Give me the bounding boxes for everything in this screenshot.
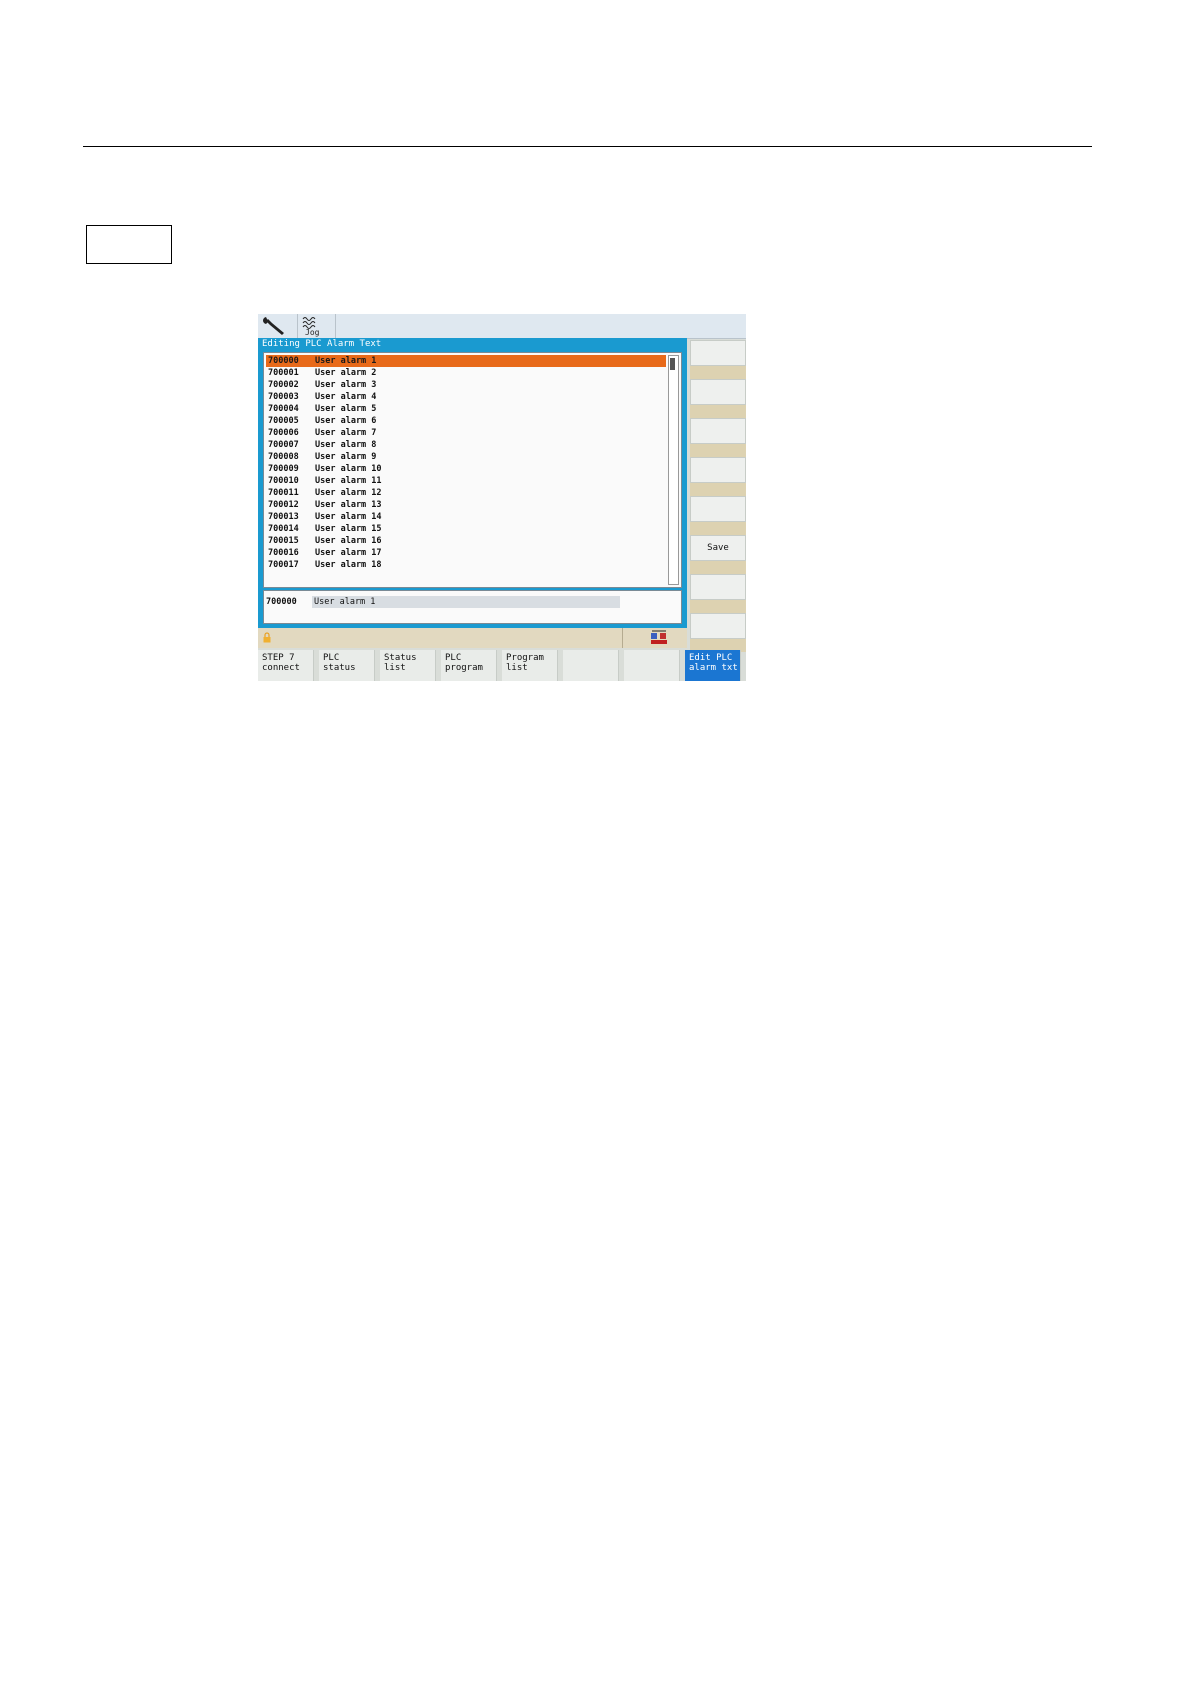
vertical-softkey-2[interactable]: [690, 379, 746, 405]
scroll-thumb[interactable]: [670, 358, 675, 370]
alarm-row[interactable]: 700013 User alarm 14: [266, 511, 666, 523]
alarm-text: User alarm 9: [315, 452, 377, 462]
alarm-row[interactable]: 700000 User alarm 1: [266, 355, 666, 367]
horizontal-softkey-5[interactable]: Program list: [502, 650, 558, 681]
alarm-text: User alarm 6: [315, 416, 377, 426]
lock-icon: [263, 632, 271, 643]
alarm-text-input[interactable]: [312, 596, 620, 608]
alarm-number: 700014: [268, 524, 299, 534]
alarm-row[interactable]: 700007 User alarm 8: [266, 439, 666, 451]
softkey-gap: [690, 444, 746, 457]
alarm-number: 700013: [268, 512, 299, 522]
horizontal-softkey-2[interactable]: PLC status: [319, 650, 375, 681]
alarm-row[interactable]: 700017 User alarm 18: [266, 559, 666, 571]
alarm-number: 700016: [268, 548, 299, 558]
horizontal-softkey-1[interactable]: STEP 7 connect: [258, 650, 314, 681]
alarm-number: 700006: [268, 428, 299, 438]
alarm-row[interactable]: 700004 User alarm 5: [266, 403, 666, 415]
alarm-text: User alarm 7: [315, 428, 377, 438]
alarm-text-panel: Editing PLC Alarm Text 700000 User alarm …: [258, 338, 687, 628]
alarm-row[interactable]: 700015 User alarm 16: [266, 535, 666, 547]
alarm-text: User alarm 2: [315, 368, 377, 378]
vertical-softkey-8[interactable]: [690, 613, 746, 639]
alarm-row[interactable]: 700011 User alarm 12: [266, 487, 666, 499]
horizontal-softkey-4[interactable]: PLC program: [441, 650, 497, 681]
status-bar: [258, 628, 687, 648]
jog-mode-indicator: Jog: [297, 314, 336, 338]
alarm-number: 700017: [268, 560, 299, 570]
wrench-icon[interactable]: [258, 314, 298, 338]
alarm-number: 700008: [268, 452, 299, 462]
vertical-softkey-1[interactable]: [690, 340, 746, 366]
alarm-number: 700015: [268, 536, 299, 546]
edit-alarm-number: 700000: [266, 597, 297, 607]
alarm-number: 700005: [268, 416, 299, 426]
softkey-gap: [690, 561, 746, 574]
alarm-text: User alarm 10: [315, 464, 382, 474]
mode-label: Jog: [305, 328, 320, 337]
alarm-row[interactable]: 700010 User alarm 11: [266, 475, 666, 487]
save-softkey[interactable]: Save: [690, 535, 746, 561]
softkey-gap: [690, 483, 746, 496]
alarm-text: User alarm 13: [315, 500, 382, 510]
horizontal-softkey-8[interactable]: Edit PLC alarm txt: [685, 650, 741, 681]
hmi-screen: Jog Editing PLC Alarm Text 700000 User al…: [258, 314, 746, 681]
alarm-list[interactable]: 700000 User alarm 1 700001 User alarm 2 7000…: [263, 352, 682, 588]
alarm-number: 700003: [268, 392, 299, 402]
alarm-row[interactable]: 700005 User alarm 6: [266, 415, 666, 427]
alarm-number: 700009: [268, 464, 299, 474]
alarm-row[interactable]: 700008 User alarm 9: [266, 451, 666, 463]
alarm-text: User alarm 12: [315, 488, 382, 498]
alarm-number: 700001: [268, 368, 299, 378]
softkey-gap: [690, 405, 746, 418]
alarm-row[interactable]: 700003 User alarm 4: [266, 391, 666, 403]
channel-flag-icon: [651, 630, 667, 644]
alarm-row[interactable]: 700014 User alarm 15: [266, 523, 666, 535]
alarm-number: 700004: [268, 404, 299, 414]
alarm-text: User alarm 1: [315, 356, 377, 366]
alarm-number: 700012: [268, 500, 299, 510]
alarm-text: User alarm 18: [315, 560, 382, 570]
alarm-row[interactable]: 700006 User alarm 7: [266, 427, 666, 439]
alarm-row[interactable]: 700001 User alarm 2: [266, 367, 666, 379]
alarm-row[interactable]: 700016 User alarm 17: [266, 547, 666, 559]
vertical-softkey-4[interactable]: [690, 457, 746, 483]
alarm-row[interactable]: 700002 User alarm 3: [266, 379, 666, 391]
alarm-number: 700007: [268, 440, 299, 450]
panel-title: Editing PLC Alarm Text: [262, 339, 382, 349]
alarm-text: User alarm 8: [315, 440, 377, 450]
alarm-text: User alarm 5: [315, 404, 377, 414]
alarm-number: 700011: [268, 488, 299, 498]
alarm-text: User alarm 16: [315, 536, 382, 546]
status-separator: [622, 628, 623, 648]
horizontal-softkey-6[interactable]: [563, 650, 619, 681]
softkey-gap: [690, 522, 746, 535]
top-bar: Jog: [258, 314, 746, 339]
vertical-softkey-5[interactable]: [690, 496, 746, 522]
jog-wave-icon: [302, 317, 316, 329]
alarm-row[interactable]: 700009 User alarm 10: [266, 463, 666, 475]
horizontal-softkey-3[interactable]: Status list: [380, 650, 436, 681]
header-rule: [83, 146, 1092, 147]
alarm-text: User alarm 3: [315, 380, 377, 390]
alarm-text: User alarm 11: [315, 476, 382, 486]
horizontal-softkey-7[interactable]: [624, 650, 680, 681]
alarm-number: 700002: [268, 380, 299, 390]
softkey-gap: [690, 366, 746, 379]
alarm-text: User alarm 15: [315, 524, 382, 534]
alarm-text: User alarm 17: [315, 548, 382, 558]
list-scrollbar[interactable]: [668, 355, 679, 585]
vertical-softkey-7[interactable]: [690, 574, 746, 600]
alarm-number: 700010: [268, 476, 299, 486]
alarm-row[interactable]: 700012 User alarm 13: [266, 499, 666, 511]
alarm-text: User alarm 14: [315, 512, 382, 522]
vertical-softkey-3[interactable]: [690, 418, 746, 444]
alarm-edit-row: 700000: [263, 590, 682, 624]
softkey-gap: [690, 600, 746, 613]
alarm-number: 700000: [268, 356, 299, 366]
key-symbol-box: [86, 225, 172, 264]
alarm-text: User alarm 4: [315, 392, 377, 402]
